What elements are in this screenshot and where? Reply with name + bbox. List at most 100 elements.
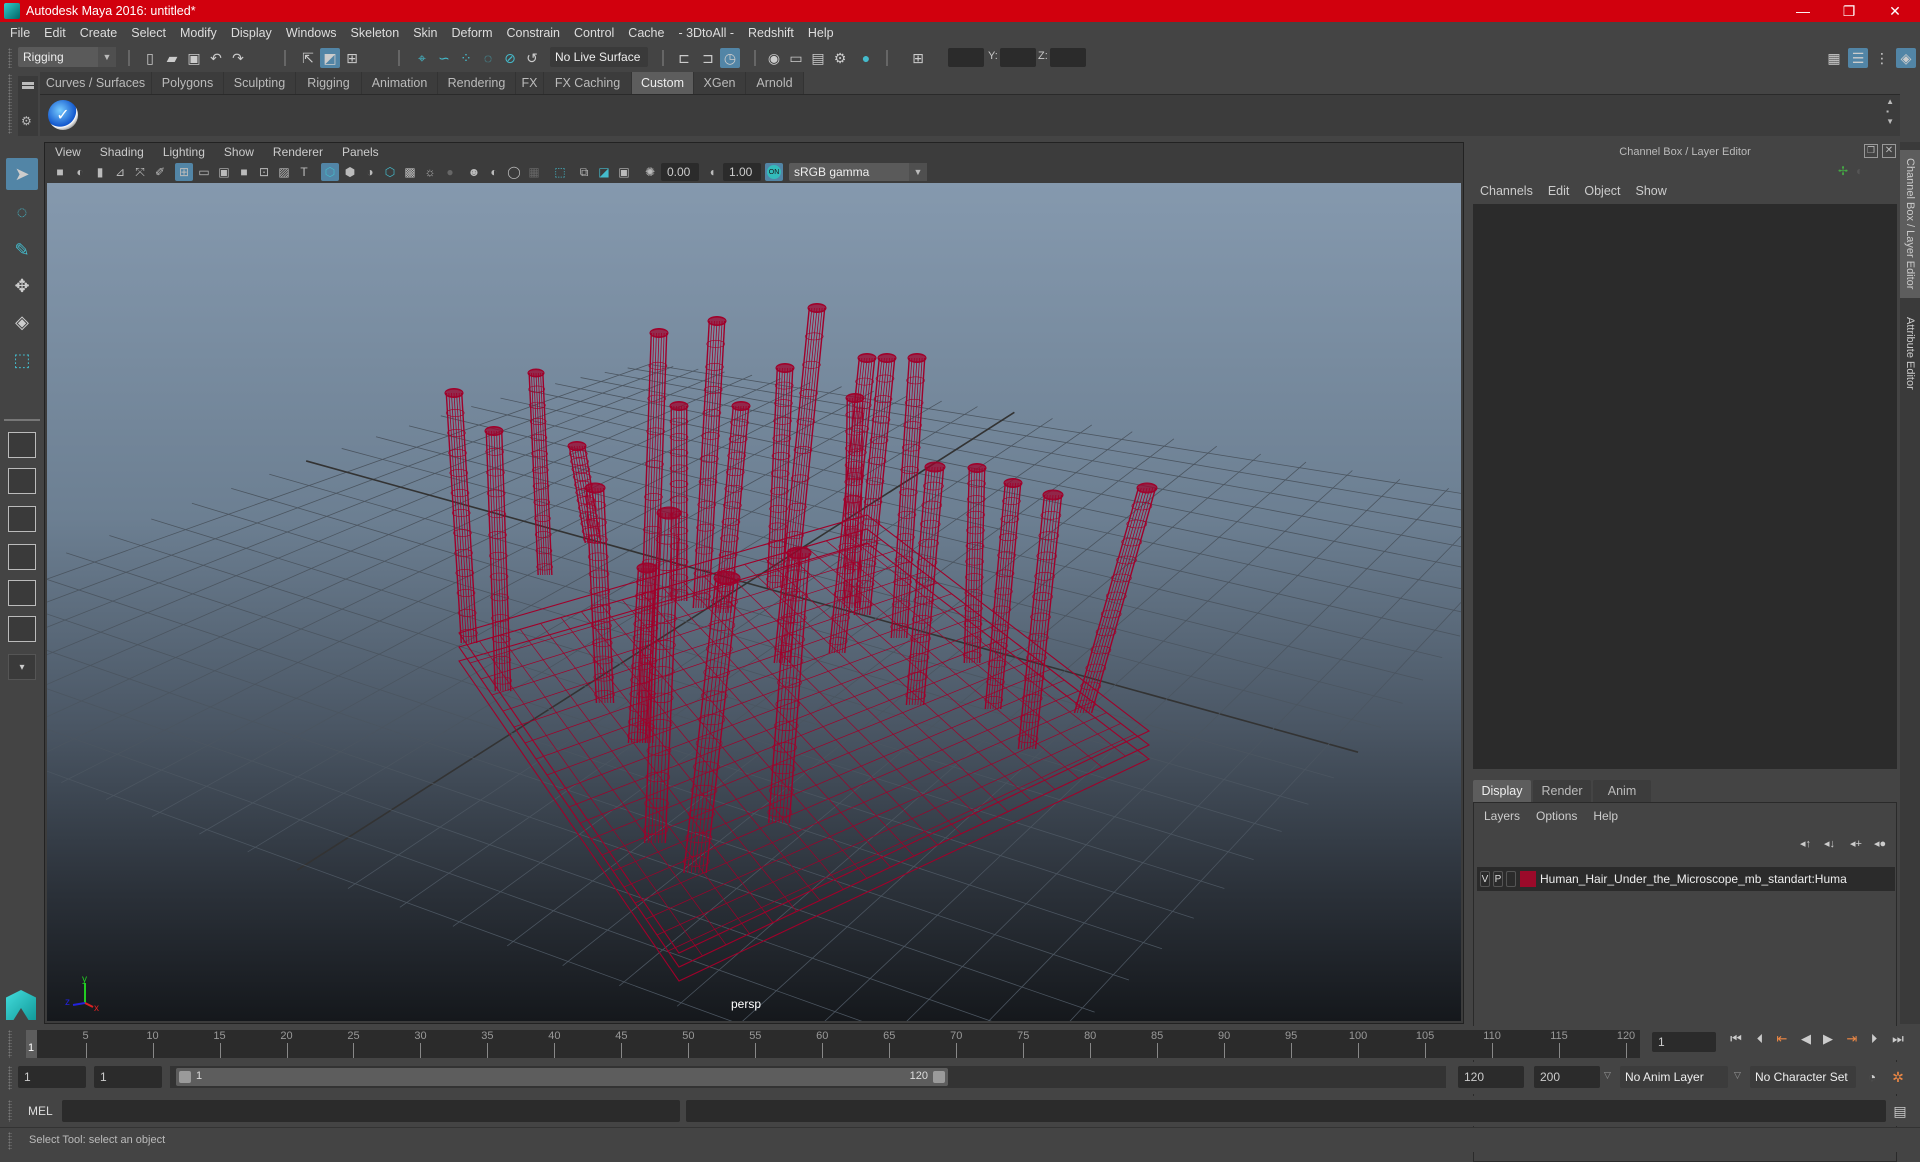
snap-surface-icon[interactable]: ↺ bbox=[522, 48, 542, 68]
play-backwards-icon[interactable]: ◀ bbox=[1796, 1026, 1816, 1052]
shelf-tab-animation[interactable]: Animation bbox=[362, 72, 438, 94]
open-scene-icon[interactable]: ▰ bbox=[162, 48, 182, 68]
animation-start-field[interactable]: 1 bbox=[18, 1066, 86, 1088]
shelf-tab-rigging[interactable]: Rigging bbox=[296, 72, 362, 94]
new-scene-icon[interactable]: ▯ bbox=[140, 48, 160, 68]
menu-file[interactable]: File bbox=[10, 26, 30, 40]
gate-mask-icon[interactable]: ■ bbox=[235, 163, 253, 181]
close-panel-icon[interactable]: ✕ bbox=[1882, 144, 1896, 158]
layer-tab-anim[interactable]: Anim bbox=[1593, 780, 1651, 802]
image-icon[interactable]: ▣ bbox=[615, 163, 633, 181]
shelf-tab-sculpting[interactable]: Sculpting bbox=[224, 72, 296, 94]
menu-create[interactable]: Create bbox=[80, 26, 118, 40]
menu-constrain[interactable]: Constrain bbox=[507, 26, 561, 40]
select-by-component-icon[interactable]: ⊞ bbox=[342, 48, 362, 68]
menu-redshift[interactable]: Redshift bbox=[748, 26, 794, 40]
color-management-toggle[interactable]: ON bbox=[765, 163, 783, 181]
snap-view-plane-icon[interactable]: ◌ bbox=[478, 48, 498, 68]
camera-select-icon[interactable]: ■ bbox=[51, 163, 69, 181]
auto-key-icon[interactable]: ◔ bbox=[1862, 1067, 1882, 1087]
range-slider-handle-bar[interactable]: 1 120 bbox=[176, 1068, 948, 1086]
menu-skeleton[interactable]: Skeleton bbox=[351, 26, 400, 40]
time-slider-track[interactable]: 1 5 10 15 20 25 30 35 40 45 50 55 60 65 70 75 80 85 90 95 1… bbox=[26, 1030, 1640, 1058]
close-button[interactable]: ✕ bbox=[1872, 0, 1918, 22]
step-forward-frame-icon[interactable]: ⏵ bbox=[1864, 1026, 1884, 1052]
channel-box-toggle-icon[interactable]: ◈ bbox=[1896, 48, 1916, 68]
float-panel-icon[interactable]: ❐ bbox=[1864, 144, 1878, 158]
range-slider-track[interactable]: 1 120 bbox=[170, 1066, 1446, 1088]
transform-constraints-icon[interactable]: ⊞ bbox=[908, 48, 928, 68]
z-coordinate-field[interactable] bbox=[1050, 48, 1086, 67]
viewport-menu-shading[interactable]: Shading bbox=[100, 145, 144, 159]
layer-display-type-toggle[interactable] bbox=[1506, 871, 1516, 887]
side-tab-channel-box[interactable]: Channel Box / Layer Editor bbox=[1900, 150, 1920, 298]
cb-menu-channels[interactable]: Channels bbox=[1480, 184, 1533, 198]
play-forwards-icon[interactable]: ▶ bbox=[1818, 1026, 1838, 1052]
redo-icon[interactable]: ↷ bbox=[228, 48, 248, 68]
move-tool-icon[interactable]: ✥ bbox=[6, 270, 38, 302]
menu-edit[interactable]: Edit bbox=[44, 26, 66, 40]
image-plane-icon[interactable]: ⊿ bbox=[111, 163, 129, 181]
persp-graph-layout-icon[interactable] bbox=[8, 544, 36, 570]
xray-joints-icon[interactable]: ⧉ bbox=[575, 163, 593, 181]
color-space-dropdown[interactable]: sRGB gamma ▼ bbox=[789, 163, 927, 181]
mel-language-toggle[interactable]: MEL bbox=[28, 1104, 53, 1118]
exposure-icon[interactable]: ✺ bbox=[641, 163, 659, 181]
layer-playback-toggle[interactable]: P bbox=[1493, 871, 1503, 887]
menu-skin[interactable]: Skin bbox=[413, 26, 437, 40]
side-tab-attribute-editor[interactable]: Attribute Editor bbox=[1900, 304, 1920, 402]
cb-menu-object[interactable]: Object bbox=[1584, 184, 1620, 198]
viewport-menu-renderer[interactable]: Renderer bbox=[273, 145, 323, 159]
single-perspective-layout-icon[interactable] bbox=[8, 432, 36, 458]
animation-preferences-icon[interactable]: ✲ bbox=[1888, 1067, 1908, 1087]
output-ops-icon[interactable]: ⊐ bbox=[698, 48, 718, 68]
shelf-scroll-arrows[interactable]: ▲ ▪ ▼ bbox=[1886, 97, 1894, 127]
four-view-layout-icon[interactable] bbox=[8, 468, 36, 494]
lights-icon[interactable]: ☼ bbox=[421, 163, 439, 181]
x-coordinate-field[interactable] bbox=[948, 48, 984, 67]
outliner-persp-layout-icon[interactable] bbox=[8, 506, 36, 532]
persp-outliner-graph-layout-icon[interactable] bbox=[8, 616, 36, 642]
y-coordinate-field[interactable] bbox=[1000, 48, 1036, 67]
step-forward-key-icon[interactable]: ⇥ bbox=[1842, 1026, 1862, 1052]
go-to-start-icon[interactable]: ⏮ bbox=[1726, 1026, 1746, 1052]
le-menu-help[interactable]: Help bbox=[1593, 809, 1618, 823]
snap-grid-icon[interactable]: ⌖ bbox=[412, 48, 432, 68]
tool-settings-icon[interactable]: ⋮ bbox=[1872, 48, 1892, 68]
hypershade-persp-layout-icon[interactable] bbox=[8, 580, 36, 606]
shelf-menu-icon[interactable] bbox=[22, 82, 34, 85]
2d-pan-zoom-icon[interactable]: ⤧ bbox=[131, 163, 149, 181]
character-set-dropdown[interactable]: No Character Set bbox=[1750, 1066, 1856, 1088]
cb-menu-edit[interactable]: Edit bbox=[1548, 184, 1570, 198]
cb-menu-show[interactable]: Show bbox=[1636, 184, 1667, 198]
shelf-tab-polygons[interactable]: Polygons bbox=[152, 72, 224, 94]
render-view-icon[interactable]: ◉ bbox=[764, 48, 784, 68]
screen-space-ao-icon[interactable]: ☻ bbox=[465, 163, 483, 181]
3d-viewport[interactable]: persp y z x bbox=[47, 183, 1461, 1021]
exposure-field[interactable]: 0.00 bbox=[661, 163, 699, 181]
move-layer-up-icon[interactable]: ◂↑ bbox=[1800, 837, 1811, 850]
make-live-icon[interactable]: ⊘ bbox=[500, 48, 520, 68]
layer-row[interactable]: V P Human_Hair_Under_the_Microscope_mb_s… bbox=[1477, 867, 1895, 891]
menu-windows[interactable]: Windows bbox=[286, 26, 337, 40]
shelf-tab-rendering[interactable]: Rendering bbox=[438, 72, 516, 94]
menu-control[interactable]: Control bbox=[574, 26, 614, 40]
live-surface-field[interactable]: No Live Surface bbox=[550, 47, 648, 67]
wireframe-mode-icon[interactable]: ⬡ bbox=[321, 163, 339, 181]
manipulator-icon[interactable]: ✢ bbox=[1838, 164, 1848, 178]
attribute-editor-toggle-icon[interactable]: ☰ bbox=[1848, 48, 1868, 68]
shelf-settings-gear-icon[interactable]: ⚙ bbox=[21, 114, 32, 128]
minimize-button[interactable]: — bbox=[1780, 0, 1826, 22]
modeling-toolkit-icon[interactable]: ▦ bbox=[1824, 48, 1844, 68]
lasso-tool-icon[interactable]: ◌ bbox=[6, 196, 38, 228]
resolution-gate-icon[interactable]: ▣ bbox=[215, 163, 233, 181]
channel-speed-icon[interactable]: ◐ bbox=[1856, 164, 1863, 178]
anti-aliasing-icon[interactable]: ◯ bbox=[505, 163, 523, 181]
film-gate-icon[interactable]: ▭ bbox=[195, 163, 213, 181]
smooth-shade-icon[interactable]: ⬢ bbox=[341, 163, 359, 181]
command-grip[interactable] bbox=[8, 1100, 12, 1122]
xray-active-icon[interactable]: ◪ bbox=[595, 163, 613, 181]
depth-of-field-icon[interactable]: ▦ bbox=[525, 163, 543, 181]
menu-3dtoall[interactable]: - 3DtoAll - bbox=[678, 26, 734, 40]
safe-action-icon[interactable]: ▨ bbox=[275, 163, 293, 181]
